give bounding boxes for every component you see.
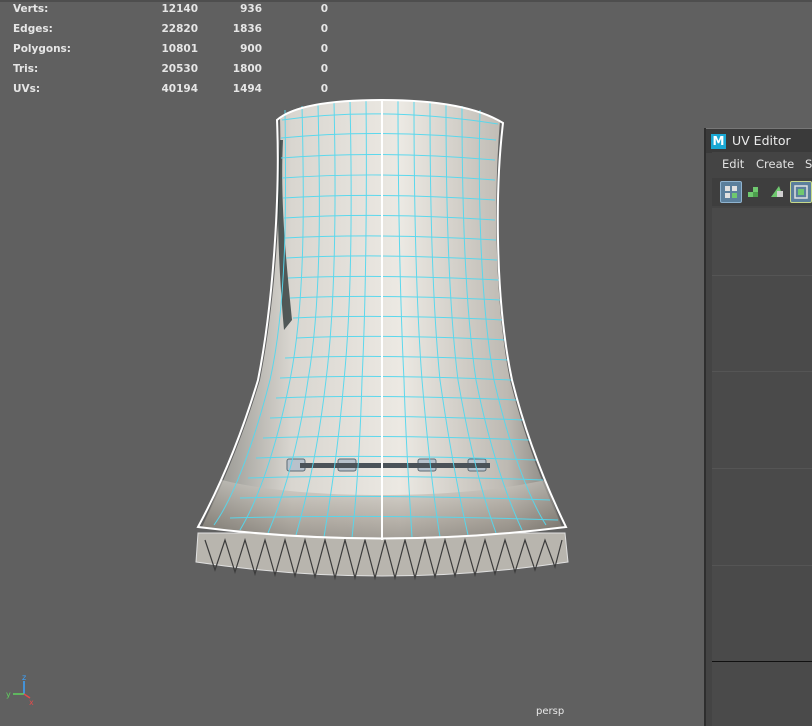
hud-value: 40194 (161, 83, 198, 95)
axis-z-label: z (22, 674, 26, 682)
hud-value: 10801 (161, 43, 198, 55)
uv-editor-title: UV Editor (732, 133, 791, 148)
hud-label: Verts: (13, 3, 49, 15)
uv-panel-divider (712, 661, 812, 662)
camera-label: persp (536, 706, 565, 717)
uv-grid-line (712, 468, 812, 469)
uv-toolbar-frame-icon[interactable] (790, 181, 812, 203)
hud-value: 1494 (232, 83, 262, 95)
hud-value: 0 (320, 43, 328, 55)
uv-editor-window[interactable]: M UV Editor Edit Create Se (704, 128, 812, 726)
hud-label: Edges: (13, 23, 53, 35)
uv-editor-menubar: Edit Create Se (712, 152, 812, 176)
hud-value: 0 (320, 63, 328, 75)
menu-create[interactable]: Create (756, 157, 794, 171)
hud-row-polygons: Polygons: 10801 900 0 (0, 43, 328, 59)
uv-editor-titlebar[interactable]: M UV Editor (706, 128, 812, 153)
hud-value: 20530 (161, 63, 198, 75)
hud-value: 22820 (161, 23, 198, 35)
menu-edit[interactable]: Edit (722, 157, 744, 171)
menu-select[interactable]: Se (805, 157, 812, 171)
axis-y-label: y (6, 690, 11, 699)
hud-row-verts: Verts: 12140 936 0 (0, 3, 328, 19)
hud-row-uvs: UVs: 40194 1494 0 (0, 83, 328, 99)
uv-toolbar-grid-icon[interactable] (720, 181, 742, 203)
hud-value: 1836 (232, 23, 262, 35)
axis-gizmo: z y x (6, 674, 34, 706)
hud-label: UVs: (13, 83, 41, 95)
hud-value: 936 (240, 3, 262, 15)
hud-label: Polygons: (13, 43, 72, 55)
hud-value: 0 (320, 83, 328, 95)
hud-row-tris: Tris: 20530 1800 0 (0, 63, 328, 79)
hud-value: 0 (320, 3, 328, 15)
maya-logo-icon: M (711, 134, 726, 149)
hud-row-edges: Edges: 22820 1836 0 (0, 23, 328, 39)
uv-grid-line (712, 275, 812, 276)
uv-grid-line (712, 371, 812, 372)
uv-canvas[interactable] (712, 208, 812, 726)
axis-x-label: x (29, 698, 34, 706)
hud-label: Tris: (13, 63, 39, 75)
hud-value: 12140 (161, 3, 198, 15)
uv-toolbar-face-icon[interactable] (767, 181, 787, 201)
uv-toolbar-shell-icon[interactable] (744, 181, 764, 201)
hud-value: 1800 (232, 63, 262, 75)
3d-viewport[interactable]: Verts: 12140 936 0 Edges: 22820 1836 0 P… (0, 0, 812, 726)
cooling-tower-model[interactable] (0, 0, 812, 726)
hud-value: 0 (320, 23, 328, 35)
uv-editor-toolbar (712, 178, 812, 206)
hud-value: 900 (240, 43, 262, 55)
uv-grid-line (712, 565, 812, 566)
